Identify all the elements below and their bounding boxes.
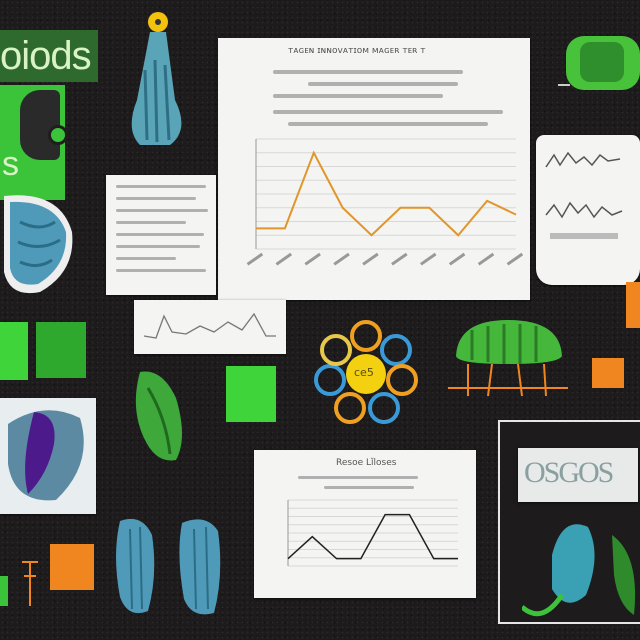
x-tick-label [246,252,264,266]
series-line [287,513,458,560]
scribble-line [116,233,204,236]
lower-chart-paper: Resoe Lǐloses [254,450,476,598]
green-bar [0,576,8,606]
scribble-line [324,486,414,489]
x-tick-label [304,252,321,266]
collage-board: oiods s ᴛᴀɢᴇɴ ɪɴɴᴏᴠᴀᴛɪᴏᴍ ᴍᴀɢᴇʀ ᴛᴇʀ ᴛ ce5… [0,0,640,640]
x-tick-label [391,252,408,266]
lower-chart-title: Resoe Lǐloses [336,458,397,468]
osgos-text: OSGOS [524,456,614,489]
orange-sticky-note [50,544,94,590]
scribble-line [116,221,186,224]
scribble-line [116,197,196,200]
text-document [106,175,216,295]
scribble-line [308,82,458,86]
scribble-line [116,245,200,248]
x-tick-label [448,252,466,266]
scribble-line [273,94,443,98]
top-chart-paper: ᴛᴀɢᴇɴ ɪɴɴᴏᴠᴀᴛɪᴏᴍ ᴍᴀɢᴇʀ ᴛᴇʀ ᴛ [218,38,530,300]
logo-text: oiods [0,34,92,78]
top-line-chart [246,138,523,266]
x-tick-label [333,252,350,266]
sparkline-chart [143,312,276,339]
logo-eye-icon [48,125,68,145]
green-sticky-note [0,322,28,380]
green-sticky-note [36,322,86,378]
top-chart-title: ᴛᴀɢᴇɴ ɪɴɴᴏᴠᴀᴛɪᴏᴍ ᴍᴀɢᴇʀ ᴛᴇʀ ᴛ [288,46,426,56]
blue-pod-illustration [131,12,182,145]
x-tick-label [362,252,379,266]
x-tick-label [275,252,293,266]
jar-chart-card [536,135,640,285]
x-tick-label [419,252,437,266]
scribble-line [273,110,503,114]
green-pepper-illustration [135,371,182,461]
osgos-panel: OSGOS [518,448,638,502]
scribble-line [116,185,206,188]
orange-sticky-note [626,282,640,328]
x-tick-label [506,252,523,266]
sprout-illustration [522,524,636,617]
flower-center-text: ce5 [354,366,374,379]
scribble-line [298,476,418,479]
sparkline-card [134,300,286,354]
logo-fragment: s [2,145,19,183]
scribble-line [288,122,488,126]
logo-panel: oiods s [0,30,100,200]
orange-marker-icon [22,561,38,606]
green-pod-illustration [558,36,640,90]
jar-sparkline [545,151,623,239]
green-sticky-note [226,366,276,422]
purple-leaf-card [0,398,96,514]
blue-leaf-illustration [4,195,73,294]
scribble-line [116,209,208,212]
orange-sticky-note [592,358,624,388]
x-tick-label [477,252,495,266]
blue-pepper-illustration [179,519,221,615]
scribble-line [116,269,206,272]
purple-leaf-icon [8,410,84,501]
scribble-line [116,257,176,260]
scribble-line [273,70,463,74]
leaf-roots-illustration [448,320,568,397]
lower-line-chart [287,499,458,567]
blue-pepper-illustration [116,518,155,614]
